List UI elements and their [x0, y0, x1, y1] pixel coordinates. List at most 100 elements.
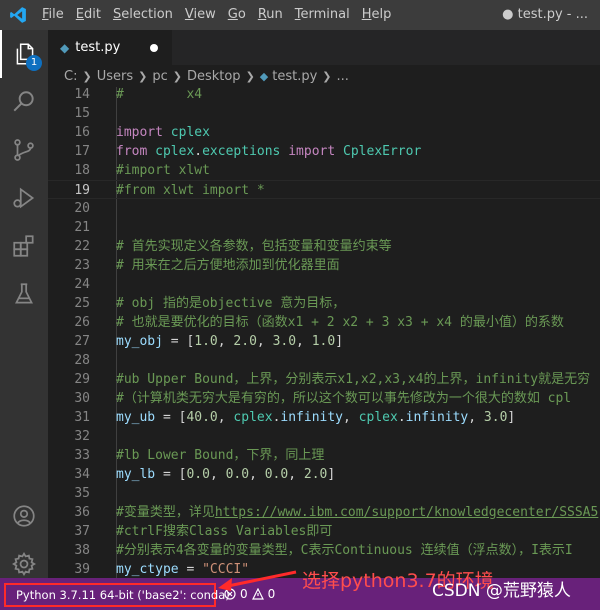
line-number: 36 — [74, 505, 90, 520]
menu-label: o — [237, 7, 246, 22]
code-token: my_ctype — [116, 562, 179, 577]
code-token: = [ — [155, 410, 187, 425]
code-token: # 也就是要优化的目标（函数x1 + 2 x2 + 3 x3 + x4 的最小值… — [116, 315, 564, 330]
python-interpreter-selector[interactable]: Python 3.7.11 64-bit ('base2': conda) — [4, 583, 230, 607]
breadcrumb-item[interactable]: Desktop — [187, 69, 241, 84]
menu-terminal[interactable]: Terminal — [289, 0, 356, 30]
code-line[interactable]: 16 import cplex — [48, 123, 600, 142]
code-line[interactable]: 36 #变量类型，详见https://www.ibm.com/support/kn… — [48, 503, 600, 522]
code-token: my_lb — [116, 467, 156, 482]
code-line[interactable]: 19 #from xlwt import * — [48, 180, 600, 199]
chevron-right-icon: ❯ — [322, 69, 332, 83]
menu-view[interactable]: View — [179, 0, 222, 30]
code-token: #ctrlF搜索Class Variables即可 — [116, 524, 333, 539]
code-text: my_ub = [40.0, cplex.infinity, cplex.inf… — [116, 408, 515, 427]
vscode-logo-icon[interactable] — [0, 0, 36, 30]
code-token: my_obj — [116, 334, 163, 349]
extensions-icon[interactable] — [0, 222, 48, 270]
line-number: 14 — [74, 87, 90, 102]
code-line[interactable]: 25 # obj 指的是objective 意为目标， — [48, 294, 600, 313]
code-token: 3.0 — [483, 410, 508, 425]
code-editor[interactable]: 14 # x4 15 16 import cplex 17 from cplex.excep… — [48, 87, 600, 578]
code-text: my_obj = [1.0, 2.0, 3.0, 1.0] — [116, 332, 343, 351]
code-line[interactable]: 27 my_obj = [1.0, 2.0, 3.0, 1.0] — [48, 332, 600, 351]
code-token: #lb Lower Bound，下界，同上理 — [116, 448, 325, 463]
breadcrumb-item[interactable]: test.py — [272, 69, 317, 84]
testing-icon[interactable] — [0, 270, 48, 318]
menu-run[interactable]: Run — [252, 0, 289, 30]
code-line[interactable]: 15 — [48, 104, 600, 123]
code-token: infinity — [280, 410, 344, 425]
code-line[interactable]: 18 #import xlwt — [48, 161, 600, 180]
code-text: # 首先实现定义各参数，包括变量和变量约束等 — [116, 237, 392, 256]
code-line[interactable]: 32 — [48, 427, 600, 446]
account-icon[interactable] — [0, 492, 48, 540]
code-token: import — [288, 144, 336, 159]
menu-edit[interactable]: Edit — [70, 0, 107, 30]
search-icon[interactable] — [0, 78, 48, 126]
code-line[interactable]: 17 from cplex.exceptions import CplexErro… — [48, 142, 600, 161]
code-token: , — [217, 334, 234, 349]
line-number: 27 — [74, 334, 90, 349]
code-line[interactable]: 35 — [48, 484, 600, 503]
code-text: #分别表示4各变量的变量类型，C表示Continuous 连续值（浮点数），I表… — [116, 541, 573, 560]
code-token: # 首先实现定义各参数，包括变量和变量约束等 — [116, 239, 392, 254]
code-line[interactable]: 34 my_lb = [0.0, 0.0, 0.0, 2.0] — [48, 465, 600, 484]
code-token: cplex — [155, 144, 195, 159]
code-line[interactable]: 24 — [48, 275, 600, 294]
code-token: ] — [327, 467, 336, 482]
code-text: #lb Lower Bound，下界，同上理 — [116, 446, 324, 465]
code-line[interactable]: 20 — [48, 199, 600, 218]
code-token: # 用来在之后方便地添加到优化器里面 — [116, 258, 340, 273]
code-line[interactable]: 21 — [48, 218, 600, 237]
code-line[interactable]: 37 #ctrlF搜索Class Variables即可 — [48, 522, 600, 541]
breadcrumb-item[interactable]: pc — [152, 69, 167, 84]
menu-file[interactable]: File — [36, 0, 70, 30]
code-text: my_lb = [0.0, 0.0, 0.0, 2.0] — [116, 465, 335, 484]
breadcrumb-item[interactable]: ... — [337, 69, 349, 84]
code-token: . — [194, 144, 203, 159]
code-line[interactable]: 31 my_ub = [40.0, cplex.infinity, cplex.i… — [48, 408, 600, 427]
menu-go[interactable]: Go — [222, 0, 252, 30]
code-text: # obj 指的是objective 意为目标， — [116, 294, 345, 313]
line-number: 30 — [74, 391, 90, 406]
code-line[interactable]: 29 #ub Upper Bound，上界，分别表示x1,x2,x3,x4的上界，… — [48, 370, 600, 389]
unsaved-dot-icon[interactable] — [150, 44, 158, 52]
code-line[interactable]: 30 #（计算机类无穷大是有穷的，所以这个数可以事先修改为一个很大的数如 cpl — [48, 389, 600, 408]
menu-label: ile — [48, 7, 64, 22]
code-text: # 也就是要优化的目标（函数x1 + 2 x2 + 3 x3 + x4 的最小值… — [116, 313, 564, 332]
code-text: # 用来在之后方便地添加到优化器里面 — [116, 256, 340, 275]
code-line[interactable]: 33 #lb Lower Bound，下界，同上理 — [48, 446, 600, 465]
menu-selection[interactable]: Selection — [107, 0, 179, 30]
line-number: 38 — [74, 543, 90, 558]
line-number: 18 — [74, 163, 90, 178]
code-token: = [ — [162, 334, 195, 349]
code-line[interactable]: 14 # x4 — [48, 87, 600, 104]
code-line[interactable]: 22 # 首先实现定义各参数，包括变量和变量约束等 — [48, 237, 600, 256]
code-line[interactable]: 23 # 用来在之后方便地添加到优化器里面 — [48, 256, 600, 275]
code-token: = [ — [155, 467, 187, 482]
code-text: from cplex.exceptions import CplexError — [116, 142, 421, 161]
code-line[interactable]: 28 — [48, 351, 600, 370]
source-control-icon[interactable] — [0, 126, 48, 174]
run-debug-icon[interactable] — [0, 174, 48, 222]
line-number: 28 — [74, 353, 90, 368]
menu-label: erminal — [300, 7, 350, 22]
tab-test-py[interactable]: ◆ test.py — [48, 30, 172, 65]
code-token: 0.0 — [186, 467, 210, 482]
code-line[interactable]: 26 # 也就是要优化的目标（函数x1 + 2 x2 + 3 x3 + x4 的最… — [48, 313, 600, 332]
code-token: . — [397, 410, 406, 425]
code-token: 1.0 — [311, 334, 336, 349]
code-line[interactable]: 38 #分别表示4各变量的变量类型，C表示Continuous 连续值（浮点数），… — [48, 541, 600, 560]
menu-help[interactable]: Help — [356, 0, 398, 30]
code-token: , — [288, 467, 304, 482]
code-token: 2.0 — [233, 334, 257, 349]
explorer-icon[interactable]: 1 — [0, 30, 48, 78]
code-token: #import xlwt — [116, 163, 210, 178]
menu-label: elp — [371, 7, 392, 22]
breadcrumb-item[interactable]: Users — [97, 69, 133, 84]
code-token: , — [343, 410, 359, 425]
breadcrumb-item[interactable]: C: — [64, 69, 77, 84]
